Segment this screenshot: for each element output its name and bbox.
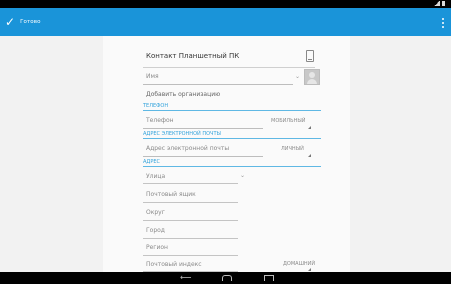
- address-type-selector[interactable]: ДОМАШНИЙ: [283, 261, 315, 267]
- overflow-menu-icon[interactable]: [441, 18, 445, 30]
- postal-code-field[interactable]: Почтовый индекс: [146, 261, 202, 268]
- city-underline: [143, 238, 238, 239]
- region-field[interactable]: Регион: [146, 244, 168, 251]
- po-box-underline: [143, 202, 238, 203]
- phone-type-selector[interactable]: МОБИЛЬНЫЙ: [271, 118, 306, 124]
- notification-icons: [5, 1, 15, 16]
- address-expand-chevron-icon[interactable]: ⌄: [240, 172, 245, 179]
- status-indicators: [434, 0, 447, 8]
- email-section-header: АДРЕС ЭЛЕКТРОННОЙ ПОЧТЫ: [143, 131, 221, 137]
- district-underline: [143, 220, 238, 221]
- address-section-line: [143, 166, 321, 167]
- action-bar: ✓ Готово: [0, 8, 451, 36]
- street-field[interactable]: Улица: [146, 173, 165, 180]
- email-section-line: [143, 138, 321, 139]
- email-field[interactable]: Адрес электронной почты: [146, 145, 229, 152]
- account-header: Контакт Планшетный ПК: [143, 48, 315, 68]
- region-underline: [143, 255, 238, 256]
- back-icon[interactable]: ⟵: [180, 272, 191, 284]
- battery-icon: [442, 1, 445, 6]
- po-box-field[interactable]: Почтовый ящик: [146, 191, 196, 198]
- add-organization-link[interactable]: Добавить организацию: [146, 91, 220, 98]
- home-icon[interactable]: [222, 275, 232, 281]
- address-section-header: АДРЕС: [143, 159, 160, 165]
- account-title: Контакт Планшетный ПК: [146, 52, 240, 60]
- name-underline: [143, 84, 293, 85]
- phone-field[interactable]: Телефон: [146, 117, 174, 124]
- phone-section-line: [143, 110, 321, 111]
- phone-section-header: ТЕЛЕФОН: [143, 103, 169, 109]
- name-field[interactable]: Имя: [146, 73, 159, 80]
- email-type-dropdown-icon: [308, 154, 311, 157]
- email-type-selector[interactable]: ЛИЧНЫЙ: [281, 146, 304, 152]
- phone-type-dropdown-icon: [308, 126, 311, 129]
- done-button[interactable]: ✓ Готово: [5, 14, 41, 30]
- signal-icon: [434, 1, 440, 6]
- content-area: Контакт Планшетный ПК Имя ⌄ Добавить орг…: [0, 36, 451, 272]
- contact-editor-card: Контакт Планшетный ПК Имя ⌄ Добавить орг…: [103, 36, 350, 272]
- address-type-dropdown-icon: [308, 268, 311, 271]
- contact-photo-icon[interactable]: [304, 69, 320, 85]
- navigation-bar: ⟵: [0, 272, 451, 284]
- phone-underline: [143, 128, 263, 129]
- street-underline: [143, 183, 238, 184]
- status-bar: [0, 0, 451, 16]
- recent-apps-icon[interactable]: [264, 275, 274, 281]
- tablet-icon: [306, 50, 314, 62]
- done-label: Готово: [20, 19, 41, 25]
- email-underline: [143, 156, 263, 157]
- chevron-down-icon[interactable]: ⌄: [295, 73, 300, 80]
- district-field[interactable]: Округ: [146, 209, 165, 216]
- check-icon: ✓: [5, 15, 16, 29]
- city-field[interactable]: Город: [146, 227, 165, 234]
